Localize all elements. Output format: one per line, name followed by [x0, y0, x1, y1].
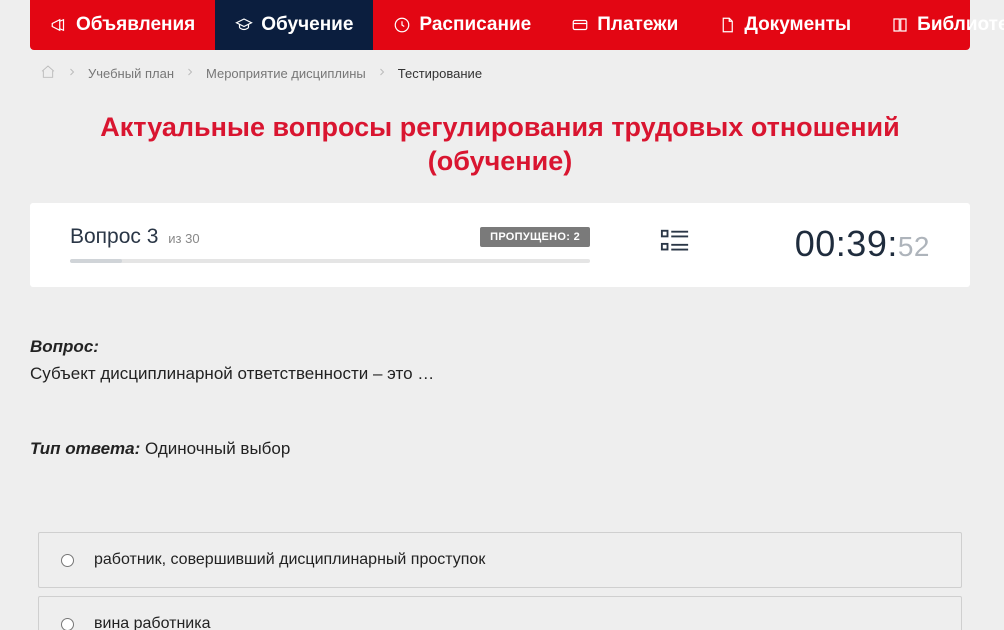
- question-list-icon[interactable]: [660, 244, 690, 260]
- answer-option[interactable]: работник, совершивший дисциплинарный про…: [38, 532, 962, 588]
- nav-item-announcements[interactable]: Объявления: [30, 0, 215, 50]
- nav-item-schedule[interactable]: Расписание: [373, 0, 551, 50]
- page-title: Актуальные вопросы регулирования трудовы…: [30, 111, 970, 179]
- nav-label: Обучение: [261, 14, 353, 36]
- skipped-badge: ПРОПУЩЕНО: 2: [480, 227, 590, 247]
- nav-item-learning[interactable]: Обучение: [215, 0, 373, 50]
- breadcrumb: Учебный план Мероприятие дисциплины Тест…: [30, 50, 970, 93]
- nav-item-payments[interactable]: Платежи: [551, 0, 698, 50]
- answer-radio[interactable]: [61, 554, 74, 567]
- answer-options: работник, совершивший дисциплинарный про…: [30, 532, 970, 630]
- graduation-cap-icon: [235, 16, 253, 34]
- card-icon: [571, 16, 589, 34]
- nav-item-library[interactable]: Библиотека: [871, 0, 1004, 50]
- progress-bar: [70, 259, 590, 263]
- book-icon: [891, 16, 909, 34]
- nav-label: Документы: [744, 14, 851, 36]
- answer-type-label: Тип ответа:: [30, 439, 140, 458]
- timer: 00:39:52: [720, 223, 930, 265]
- clock-icon: [393, 16, 411, 34]
- of-word: из: [168, 231, 181, 246]
- status-card: Вопрос 3 из 30 ПРОПУЩЕНО: 2: [30, 203, 970, 287]
- question-counter: Вопрос 3 из 30: [70, 225, 200, 249]
- answer-option[interactable]: вина работника: [38, 596, 962, 630]
- chevron-right-icon: [66, 66, 78, 81]
- question-text: Субъект дисциплинарной ответственности –…: [30, 360, 970, 387]
- answer-option-text: вина работника: [94, 615, 210, 630]
- breadcrumb-item[interactable]: Учебный план: [88, 66, 174, 81]
- home-icon[interactable]: [40, 64, 56, 83]
- nav-label: Объявления: [76, 14, 195, 36]
- timer-seconds: 52: [898, 231, 930, 262]
- nav-label: Библиотека: [917, 14, 1004, 36]
- question-word: Вопрос: [70, 225, 141, 248]
- question-block: Вопрос: Субъект дисциплинарной ответстве…: [30, 333, 970, 463]
- nav-label: Расписание: [419, 14, 531, 36]
- question-number: 3: [147, 225, 159, 248]
- answer-radio[interactable]: [61, 618, 74, 630]
- answer-type-value: Одиночный выбор: [145, 439, 290, 458]
- megaphone-icon: [50, 16, 68, 34]
- progress-fill: [70, 259, 122, 263]
- document-icon: [718, 16, 736, 34]
- nav-item-documents[interactable]: Документы: [698, 0, 871, 50]
- chevron-right-icon: [184, 66, 196, 81]
- breadcrumb-item[interactable]: Мероприятие дисциплины: [206, 66, 366, 81]
- nav-label: Платежи: [597, 14, 678, 36]
- answer-option-text: работник, совершивший дисциплинарный про…: [94, 551, 485, 569]
- main-navbar: Объявления Обучение Расписание Платежи: [30, 0, 970, 50]
- question-total: 30: [185, 231, 199, 246]
- breadcrumb-item-current: Тестирование: [398, 66, 482, 81]
- timer-main: 00:39:: [795, 223, 898, 264]
- chevron-right-icon: [376, 66, 388, 81]
- question-label: Вопрос:: [30, 337, 99, 356]
